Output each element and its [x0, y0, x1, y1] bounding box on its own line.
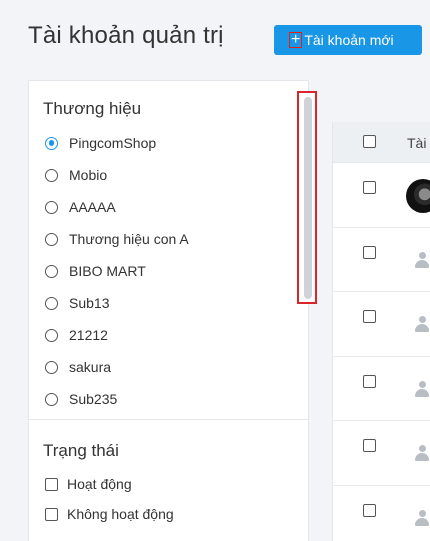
row-checkbox[interactable] — [363, 503, 376, 517]
brand-option-thuong-hieu-con-a[interactable]: Thương hiệu con A — [45, 223, 189, 255]
new-account-button[interactable]: + Tài khoản mới — [274, 25, 422, 55]
table-header: Tài — [333, 122, 430, 163]
brand-list-scrollbar[interactable] — [297, 91, 317, 304]
user-placeholder-icon — [415, 509, 429, 526]
status-option-active[interactable]: Hoạt động — [45, 469, 174, 499]
filter-panel: Thương hiệu PingcomShop Mobio AAAAA Thươ… — [28, 80, 317, 541]
user-placeholder-icon — [415, 380, 429, 397]
radio-button[interactable] — [45, 168, 58, 182]
new-account-button-label: Tài khoản mới — [304, 32, 394, 48]
row-checkbox[interactable] — [363, 245, 376, 259]
row-checkbox[interactable] — [363, 181, 376, 194]
user-placeholder-icon — [415, 316, 429, 332]
table-row — [333, 421, 430, 486]
brand-option-label: Sub13 — [69, 295, 110, 311]
brand-option-sub13[interactable]: Sub13 — [45, 287, 189, 319]
status-filter-list: Hoạt động Không hoạt động — [45, 469, 174, 529]
brand-option-label: Thương hiệu con A — [69, 231, 189, 247]
scrollbar-thumb[interactable] — [304, 97, 312, 299]
column-header-account: Tài — [407, 135, 427, 151]
row-checkbox[interactable] — [363, 374, 376, 388]
status-option-label: Hoạt động — [67, 476, 132, 492]
brand-option-mobio[interactable]: Mobio — [45, 159, 189, 191]
brand-option-sakura[interactable]: sakura — [45, 351, 189, 383]
table-row — [333, 357, 430, 421]
status-option-inactive[interactable]: Không hoạt động — [45, 499, 174, 529]
plus-icon: + — [288, 31, 303, 48]
row-checkbox[interactable] — [363, 310, 376, 323]
radio-button[interactable] — [45, 328, 58, 342]
row-checkbox[interactable] — [363, 439, 376, 452]
brand-option-aaaaa[interactable]: AAAAA — [45, 191, 189, 223]
brand-option-label: AAAAA — [69, 199, 116, 215]
brand-option-label: Mobio — [69, 167, 108, 183]
checkbox[interactable] — [45, 507, 58, 521]
radio-button[interactable] — [45, 392, 58, 406]
table-row — [333, 292, 430, 357]
brand-option-bibo-mart[interactable]: BIBO MART — [45, 255, 189, 287]
user-placeholder-icon — [415, 251, 429, 268]
brand-option-label: BIBO MART — [69, 263, 146, 279]
page-title: Tài khoản quản trị — [28, 22, 224, 49]
brand-option-label: sakura — [69, 359, 112, 375]
status-filter-title: Trạng thái — [43, 441, 119, 460]
brand-filter-title: Thương hiệu — [43, 99, 142, 118]
accounts-table: Tài — [332, 122, 430, 541]
filter-divider — [29, 419, 308, 420]
brand-option-21212[interactable]: 21212 — [45, 319, 189, 351]
table-row — [333, 486, 430, 541]
brand-option-sub235[interactable]: Sub235 — [45, 383, 189, 415]
radio-button[interactable] — [45, 200, 58, 214]
radio-button-checked[interactable] — [45, 136, 58, 150]
table-row — [333, 228, 430, 292]
table-row — [333, 163, 430, 228]
radio-button[interactable] — [45, 264, 58, 278]
radio-button[interactable] — [45, 360, 58, 374]
brand-option-label: 21212 — [69, 327, 108, 343]
avatar — [406, 179, 430, 213]
select-all-checkbox[interactable] — [363, 135, 376, 148]
status-option-label: Không hoạt động — [67, 506, 174, 522]
radio-button[interactable] — [45, 232, 58, 246]
brand-option-label: Sub235 — [69, 391, 118, 407]
brand-filter-list: PingcomShop Mobio AAAAA Thương hiệu con … — [45, 127, 189, 415]
brand-option-label: PingcomShop — [69, 135, 157, 151]
brand-option-pingcomshop[interactable]: PingcomShop — [45, 127, 189, 159]
user-placeholder-icon — [415, 445, 429, 461]
checkbox[interactable] — [45, 477, 58, 491]
radio-button[interactable] — [45, 296, 58, 310]
